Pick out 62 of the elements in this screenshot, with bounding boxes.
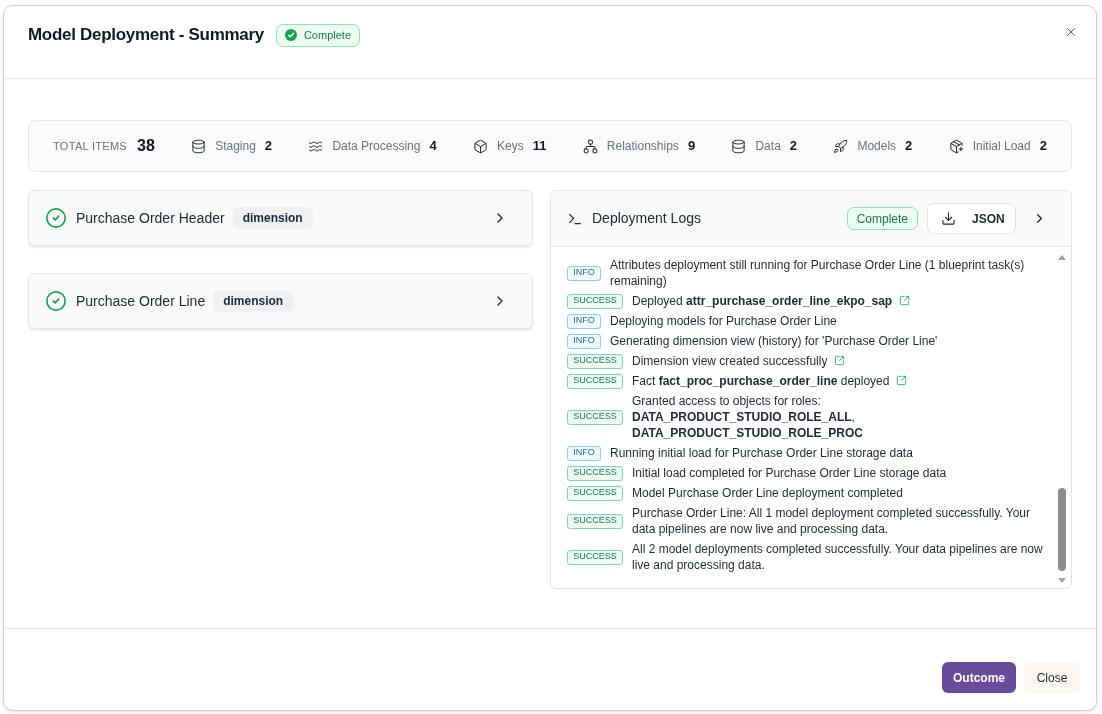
stat-label: Staging (215, 138, 256, 155)
total-items-label: TOTAL ITEMS (53, 138, 127, 154)
stat-label: Models (857, 138, 897, 155)
download-icon (941, 211, 956, 226)
hierarchy-icon (582, 138, 598, 154)
stat-value: 11 (532, 137, 547, 156)
stat-value: 4 (429, 137, 437, 156)
log-message: Dimension view created successfully (632, 354, 828, 368)
stat-value: 9 (687, 137, 696, 156)
log-message: Initial load completed for Purchase Order Line storage data (632, 466, 947, 480)
cube-icon (473, 138, 489, 154)
stat-label: Initial Load (972, 138, 1031, 155)
model-type-tag: dimension (232, 207, 313, 229)
logs-status-badge: Complete (846, 207, 918, 230)
model-name: Purchase Order Line (76, 291, 206, 311)
log-level-tag: SUCCESS (567, 465, 623, 481)
stat-label: Data (755, 138, 781, 155)
log-level-tag: SUCCESS (567, 549, 623, 565)
download-json-button[interactable]: JSON (927, 203, 1016, 234)
model-type-tag: dimension (213, 290, 294, 312)
model-row[interactable]: Purchase Order Line dimension (28, 273, 533, 329)
dialog-title: Model Deployment - Summary (28, 24, 264, 47)
log-message: Attributes deployment still running for Purchase Order Line (1 blueprint task(s) remaining) (610, 258, 1025, 288)
log-message: Running initial load for Purchase Order Line storage data (610, 446, 913, 460)
log-level-tag: INFO (567, 265, 601, 281)
log-level-tag: SUCCESS (567, 513, 623, 529)
database-icon (191, 138, 207, 154)
log-message: Generating dimension view (history) for 'Purchase Order Line' (610, 334, 938, 348)
log-level-tag: INFO (567, 333, 601, 349)
total-items-value: 38 (137, 136, 155, 156)
model-row[interactable]: Purchase Order Header dimension (28, 190, 533, 246)
rocket-icon (833, 138, 849, 154)
log-level-tag: SUCCESS (567, 485, 623, 501)
stat-value: 2 (789, 137, 798, 156)
check-circle-icon (284, 29, 297, 41)
log-level-tag: SUCCESS (567, 373, 623, 389)
log-level-tag: INFO (567, 313, 601, 329)
stat-value: 2 (1039, 137, 1047, 156)
stat-value: 2 (264, 137, 273, 156)
stat-label: Keys (497, 138, 524, 155)
log-level-tag: INFO (567, 445, 601, 461)
log-message: Deployed attr_purchase_order_line_ekpo_sap (632, 294, 893, 308)
database-icon (731, 138, 747, 154)
package-plus-icon (948, 138, 964, 154)
log-level-tag: SUCCESS (567, 353, 623, 369)
outcome-button[interactable]: Outcome (942, 662, 1016, 693)
log-message: Fact fact_proc_purchase_order_line deployed (632, 374, 890, 388)
log-level-tag: SUCCESS (567, 293, 623, 309)
log-message: Deploying models for Purchase Order Line (610, 314, 837, 328)
status-badge: Complete (275, 23, 360, 47)
close-icon (1064, 25, 1078, 39)
log-level-tag: SUCCESS (567, 409, 623, 425)
model-name: Purchase Order Header (76, 208, 225, 228)
logs-title: Deployment Logs (592, 209, 701, 228)
log-message: Model Purchase Order Line deployment completed (632, 486, 903, 500)
stat-label: Data Processing (332, 138, 421, 155)
log-message: All 2 model deployments completed successfully. Your data pipelines are now live and processing data. (632, 542, 1043, 572)
close-button[interactable]: Close (1024, 662, 1080, 693)
stat-label: Relationships (606, 138, 679, 155)
log-message: Granted access to objects for roles: DATA_PRODUCT_STUDIO_ROLE_ALL, DATA_PRODUCT_STUDIO_ROLE_PROC (632, 394, 863, 440)
stat-value: 2 (905, 137, 913, 156)
log-message: Purchase Order Line: All 1 model deployment completed successfully. Your data pipelines are now live and processing data. (632, 506, 1030, 536)
